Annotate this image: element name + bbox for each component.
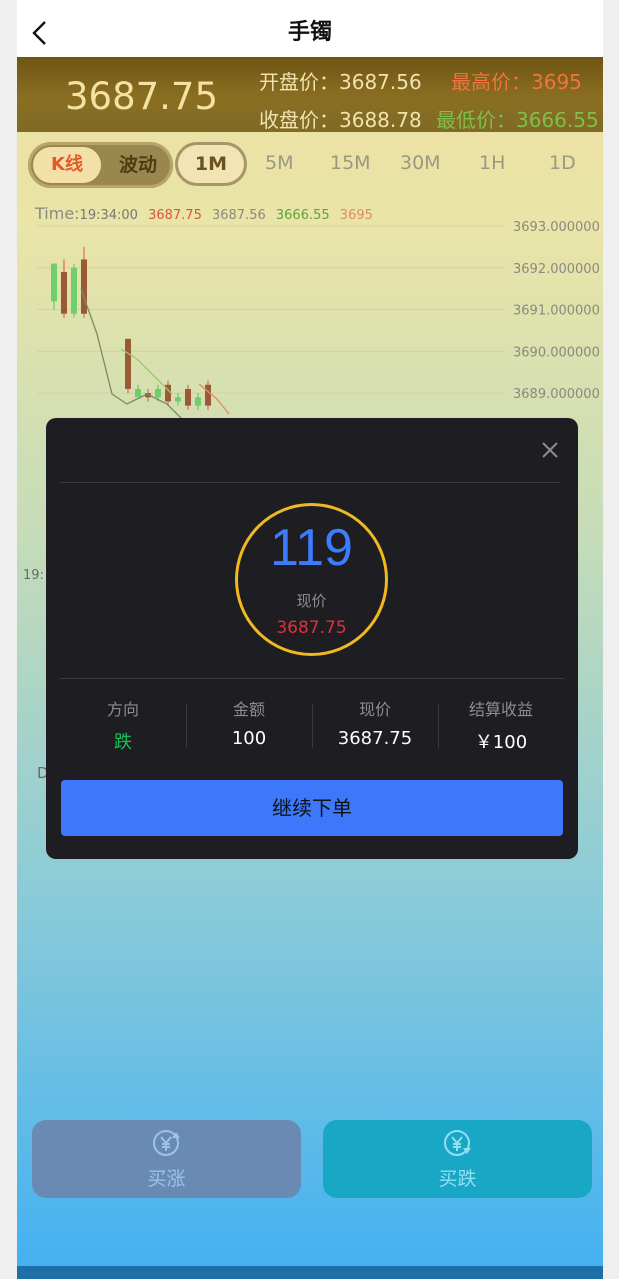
price-summary: 3687.75 开盘价：3687.56 最高价：3695 收盘价：3688.78… <box>17 57 603 132</box>
now-price-value: 3687.75 <box>276 618 347 638</box>
timeframe-5m[interactable]: 5M <box>265 152 293 174</box>
timeframe-1h[interactable]: 1H <box>479 152 505 174</box>
open-price: 开盘价：3687.56 <box>259 66 422 95</box>
divider <box>60 482 560 483</box>
ma-line-3 <box>198 383 230 415</box>
price-header: 现价 <box>358 700 391 719</box>
buy-up-button[interactable]: 买涨 <box>32 1120 301 1198</box>
low-label: 最低价： <box>436 108 516 132</box>
candle-body <box>175 397 181 402</box>
candle-body <box>71 267 77 314</box>
buy-down-button[interactable]: 买跌 <box>323 1120 592 1198</box>
close-value: 3688.78 <box>339 108 422 132</box>
settlement-value: ￥100 <box>474 732 528 753</box>
candle-body <box>61 271 67 314</box>
y-tick-label: 3690.000000 <box>513 345 600 360</box>
y-tick-label: 3693.000000 <box>513 220 600 235</box>
candle-body <box>51 263 57 302</box>
settlement-col: 结算收益 ￥100 <box>438 696 564 754</box>
timeframe-1d[interactable]: 1D <box>549 152 576 174</box>
tab-kline[interactable]: K线 <box>33 147 101 183</box>
open-label: 开盘价： <box>259 70 339 94</box>
candle-body <box>135 388 141 398</box>
yuan-down-icon <box>444 1130 471 1156</box>
open-value: 3687.56 <box>339 70 422 94</box>
price-value: 3687.75 <box>337 728 413 749</box>
candle-body <box>155 388 161 398</box>
price-col: 现价 3687.75 <box>312 696 438 749</box>
page-title: 手镯 <box>287 20 332 45</box>
yuan-up-icon <box>153 1130 180 1156</box>
low-price: 最低价：3666.55 <box>436 104 599 133</box>
high-label: 最高价： <box>451 70 531 94</box>
continue-order-button[interactable]: 继续下单 <box>61 780 563 836</box>
buy-down-label: 买跌 <box>438 1168 477 1190</box>
timeframe-30m[interactable]: 30M <box>400 152 441 174</box>
amount-header: 金额 <box>232 700 265 719</box>
close-icon[interactable] <box>540 440 560 460</box>
candle-body <box>125 338 131 389</box>
candle-body <box>205 384 211 406</box>
direction-value: 跌 <box>114 732 132 753</box>
divider <box>60 678 564 679</box>
y-tick-label: 3692.000000 <box>513 262 600 277</box>
time-axis-label: 19: <box>23 568 44 583</box>
close-label: 收盘价： <box>259 108 339 132</box>
y-tick-label: 3689.000000 <box>513 387 600 402</box>
direction-header: 方向 <box>106 700 139 719</box>
timeframe-1m[interactable]: 1M <box>175 142 247 186</box>
candle-body <box>185 388 191 406</box>
high-price: 最高价：3695 <box>451 66 582 95</box>
settlement-header: 结算收益 <box>468 700 533 719</box>
low-value: 3666.55 <box>516 108 599 132</box>
amount-value: 100 <box>231 728 267 749</box>
now-price-label: 现价 <box>296 592 327 610</box>
buy-up-label: 买涨 <box>147 1168 186 1190</box>
candle-body <box>81 259 87 314</box>
direction-col: 方向 跌 <box>60 696 186 754</box>
amount-col: 金额 100 <box>186 696 312 749</box>
current-price: 3687.75 <box>65 75 219 118</box>
timeframe-15m[interactable]: 15M <box>330 152 371 174</box>
candle-body <box>195 397 201 406</box>
bottom-strip <box>17 1266 603 1279</box>
countdown-value: 119 <box>270 519 353 577</box>
tab-wave[interactable]: 波动 <box>108 147 168 183</box>
order-result-dialog: 119 现价 3687.75 方向 跌 金额 100 现价 3687.75 结算… <box>46 418 578 859</box>
order-summary: 方向 跌 金额 100 现价 3687.75 结算收益 ￥100 <box>60 696 564 756</box>
close-price: 收盘价：3688.78 <box>259 104 422 133</box>
y-tick-label: 3691.000000 <box>513 304 600 319</box>
high-value: 3695 <box>531 70 582 94</box>
chart-mode-switch: K线 波动 <box>28 142 173 188</box>
chart-tabs: K线 波动 1M 5M 15M 30M 1H 1D <box>17 132 603 194</box>
top-bar: 手镯 <box>17 0 603 57</box>
